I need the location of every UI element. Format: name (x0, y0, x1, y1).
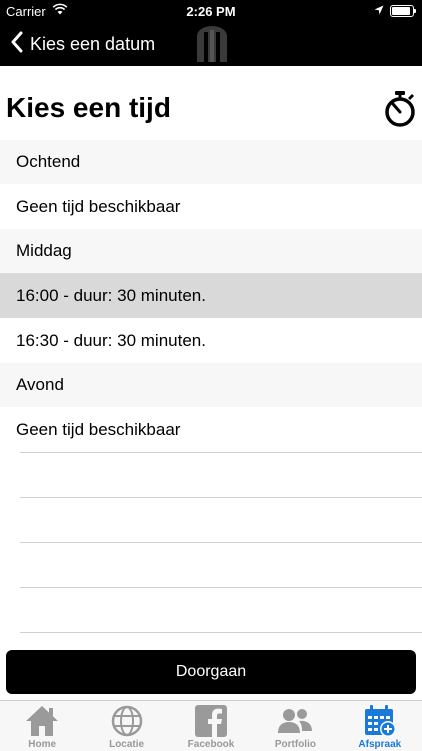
chevron-left-icon (10, 31, 24, 58)
section-header-morning: Ochtend (0, 140, 422, 184)
time-slot-row[interactable]: Geen tijd beschikbaar (0, 407, 422, 452)
section-header-afternoon: Middag (0, 229, 422, 273)
table-separator (20, 452, 422, 453)
time-slot-row[interactable]: 16:30 - duur: 30 minuten. (0, 318, 422, 363)
status-bar: Carrier 2:26 PM (0, 0, 422, 22)
location-arrow-icon (374, 3, 384, 18)
time-slot-label: 16:30 - duur: 30 minuten. (16, 330, 206, 350)
tab-label: Afspraak (358, 739, 402, 750)
tab-bar: Home Locatie Facebook Portfolio Afspraak (0, 700, 422, 751)
back-button-label: Kies een datum (30, 33, 156, 54)
table-separator (20, 497, 422, 498)
time-slot-label: 16:00 - duur: 30 minuten. (16, 285, 206, 305)
table-separator (20, 632, 422, 633)
time-slot-label: Geen tijd beschikbaar (16, 196, 181, 216)
continue-button[interactable]: Doorgaan (6, 650, 416, 694)
table-separator (20, 542, 422, 543)
section-header-evening: Avond (0, 363, 422, 407)
time-slot-list: Ochtend Geen tijd beschikbaar Middag 16:… (0, 140, 422, 452)
battery-icon (390, 4, 416, 17)
calendar-add-icon (363, 703, 397, 739)
time-slot-row[interactable]: Geen tijd beschikbaar (0, 184, 422, 229)
people-icon (277, 703, 313, 739)
tab-location[interactable]: Locatie (84, 701, 168, 751)
tab-label: Locatie (109, 739, 145, 750)
battery-fill (392, 6, 410, 15)
clock: 2:26 PM (186, 4, 236, 19)
table-separator (20, 587, 422, 588)
tab-facebook[interactable]: Facebook (169, 701, 253, 751)
tab-label: Portfolio (274, 739, 316, 750)
page-title: Kies een tijd (6, 92, 171, 123)
tab-label: Facebook (187, 739, 235, 750)
section-header-label: Middag (16, 241, 72, 260)
tab-appointment[interactable]: Afspraak (338, 701, 422, 751)
facebook-icon (194, 703, 228, 739)
brand-logo (195, 26, 229, 67)
tab-portfolio[interactable]: Portfolio (253, 701, 337, 751)
section-header-label: Ochtend (16, 152, 81, 171)
navigation-bar: Kies een datum (0, 22, 422, 66)
tab-home[interactable]: Home (0, 701, 84, 751)
time-slot-row-selected[interactable]: 16:00 - duur: 30 minuten. (0, 273, 422, 318)
back-button[interactable]: Kies een datum (10, 30, 155, 58)
section-header-label: Avond (16, 375, 64, 394)
tab-label: Home (28, 739, 57, 750)
stopwatch-icon[interactable] (384, 90, 416, 133)
time-slot-label: Geen tijd beschikbaar (16, 419, 181, 439)
globe-icon (111, 703, 143, 739)
home-icon (24, 703, 60, 739)
